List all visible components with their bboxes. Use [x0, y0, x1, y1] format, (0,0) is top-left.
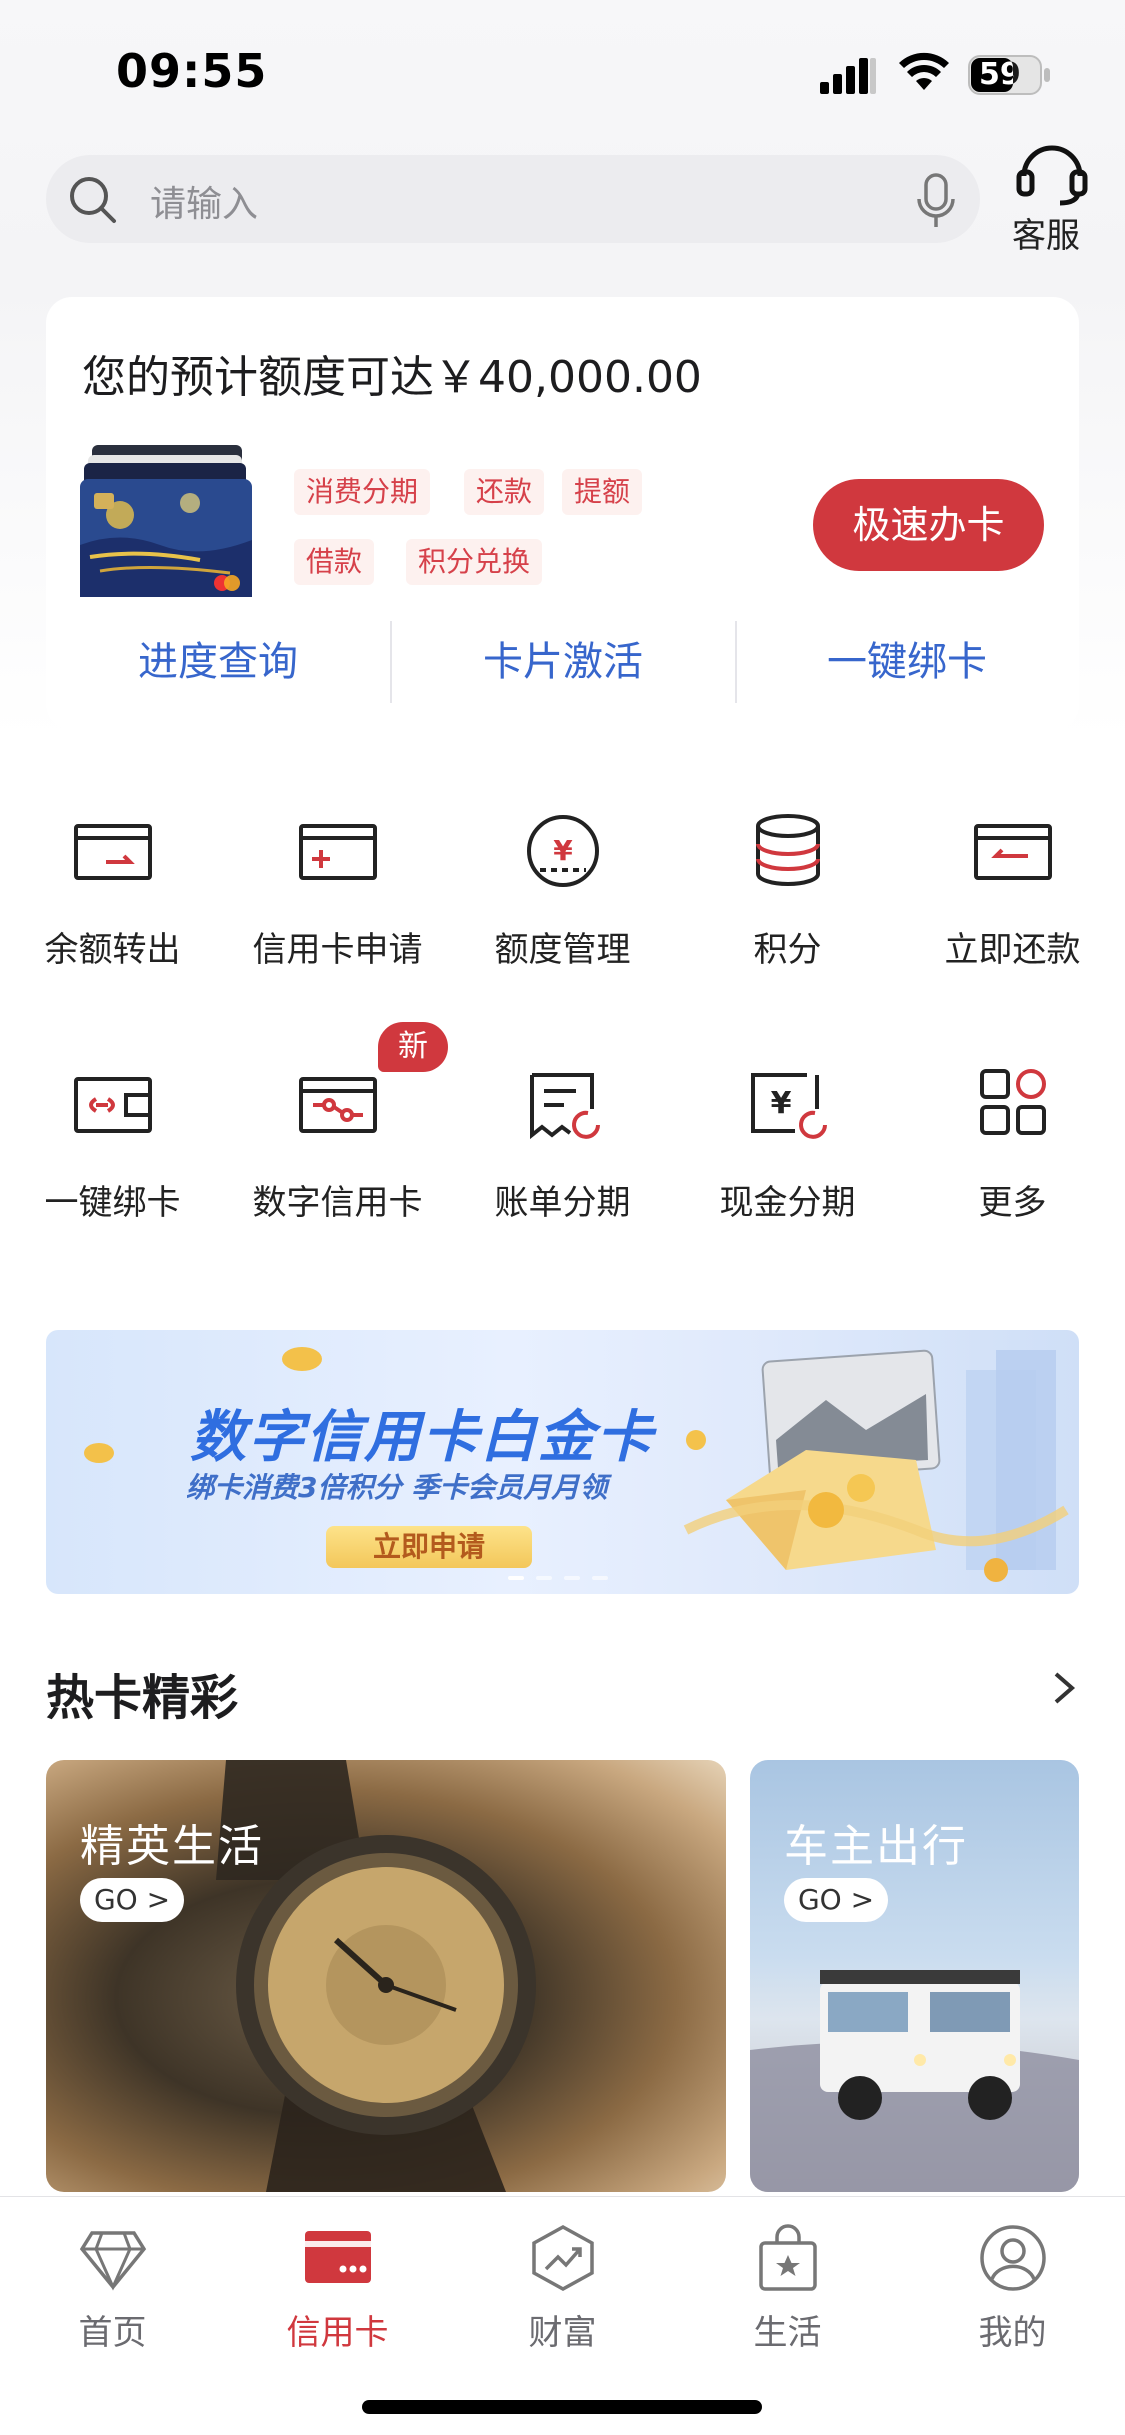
- profile-icon: [980, 2225, 1046, 2291]
- grid-label: 数字信用卡: [252, 1183, 423, 1223]
- home-indicator: [362, 2400, 762, 2414]
- cellular-signal-icon: [820, 58, 876, 94]
- card-activation-link[interactable]: 卡片激活: [391, 621, 735, 703]
- promo-title: 车主出行: [784, 1821, 968, 1872]
- battery-level: 59: [979, 57, 1021, 92]
- search-icon: [70, 177, 116, 223]
- card-stack-image: [80, 445, 252, 597]
- tag-raise-limit[interactable]: 提额: [562, 469, 643, 515]
- grid-item-digital-card[interactable]: 数字信用卡: [225, 1053, 450, 1223]
- grid-label: 更多: [978, 1183, 1047, 1223]
- card-apply-icon: [299, 824, 377, 880]
- credit-card-icon: [305, 2231, 371, 2283]
- grid-label: 额度管理: [494, 930, 631, 970]
- more-grid-icon: [980, 1069, 1046, 1135]
- limit-management-icon: ¥: [527, 815, 599, 887]
- promo-banner[interactable]: 数字信用卡白金卡 绑卡消费3倍积分 季卡会员月月领 立即申请: [46, 1330, 1079, 1594]
- customer-service-button[interactable]: 客服: [1012, 140, 1092, 256]
- tab-label: 首页: [78, 2313, 147, 2353]
- tab-label: 财富: [528, 2313, 597, 2353]
- grid-item-bill-installment[interactable]: 账单分期: [450, 1053, 675, 1223]
- carousel-dot: [536, 1576, 552, 1580]
- carousel-indicator: [508, 1576, 648, 1584]
- grid-item-more[interactable]: 更多: [900, 1053, 1125, 1223]
- grid-item-cash-installment[interactable]: ¥ 现金分期: [675, 1053, 900, 1223]
- wifi-icon: [899, 52, 949, 90]
- banner-title: 数字信用卡白金卡: [190, 1405, 654, 1470]
- credit-card-page: 09:55 59 请输入 客服 您的预计额度可达￥40,000.00 消费分期 …: [0, 0, 1125, 2435]
- hot-cards-title: 热卡精彩: [46, 1670, 239, 1726]
- estimated-limit-title: 您的预计额度可达￥40,000.00: [82, 352, 702, 403]
- repay-icon: [974, 824, 1052, 880]
- grid-label: 现金分期: [719, 1183, 856, 1223]
- wealth-chart-icon: [532, 2225, 594, 2291]
- grid-label: 积分: [753, 930, 822, 970]
- banner-illustration: [683, 1349, 1069, 1582]
- tab-label: 信用卡: [286, 2313, 389, 2353]
- svg-text:¥: ¥: [553, 834, 573, 867]
- grid-item-balance-transfer[interactable]: 余额转出: [0, 800, 225, 970]
- chevron-right-icon[interactable]: [1050, 1668, 1078, 1708]
- grid-item-points[interactable]: 积分: [675, 800, 900, 970]
- tab-wealth[interactable]: 财富: [450, 2215, 675, 2353]
- carousel-dot: [564, 1576, 580, 1580]
- grid-label: 账单分期: [494, 1183, 631, 1223]
- coin-decoration: [282, 1347, 322, 1371]
- quick-apply-button[interactable]: 极速办卡: [813, 479, 1044, 571]
- svg-text:¥: ¥: [771, 1086, 792, 1121]
- digital-card-icon: [299, 1077, 377, 1133]
- search-input[interactable]: 请输入: [150, 175, 258, 227]
- card-quick-links: 进度查询 卡片激活 一键绑卡: [46, 621, 1079, 703]
- grid-label: 立即还款: [944, 930, 1081, 970]
- tag-repayment[interactable]: 还款: [464, 469, 545, 515]
- promo-title: 精英生活: [80, 1821, 264, 1872]
- tag-installment[interactable]: 消费分期: [294, 469, 431, 515]
- tab-mine[interactable]: 我的: [900, 2215, 1125, 2353]
- status-bar: 09:55 59: [0, 0, 1125, 140]
- diamond-icon: [79, 2231, 147, 2291]
- tag-loan[interactable]: 借款: [294, 539, 375, 585]
- grid-label: 余额转出: [44, 930, 181, 970]
- progress-query-link[interactable]: 进度查询: [46, 621, 390, 703]
- tab-label: 我的: [978, 2313, 1047, 2353]
- carousel-dot: [592, 1576, 608, 1580]
- grid-label: 一键绑卡: [44, 1183, 181, 1223]
- bind-card-icon: [74, 1077, 152, 1133]
- credit-limit-card: 您的预计额度可达￥40,000.00 消费分期 还款 提额 借款 积分兑换 极速…: [46, 297, 1079, 730]
- bind-card-link[interactable]: 一键绑卡: [735, 621, 1079, 703]
- tab-life[interactable]: 生活: [675, 2215, 900, 2353]
- points-icon: [756, 814, 820, 886]
- promo-card-elite-life[interactable]: 精英生活 GO >: [46, 1760, 726, 2192]
- banner-apply-button[interactable]: 立即申请: [326, 1526, 532, 1568]
- carousel-dot: [508, 1576, 524, 1580]
- tab-label: 生活: [753, 2313, 822, 2353]
- tab-credit-card[interactable]: 信用卡: [225, 2215, 450, 2353]
- promo-go-button[interactable]: GO >: [784, 1878, 888, 1922]
- microphone-icon[interactable]: [916, 173, 956, 229]
- grid-item-card-apply[interactable]: 信用卡申请: [225, 800, 450, 970]
- grid-item-limit-management[interactable]: ¥ 额度管理: [450, 800, 675, 970]
- status-time: 09:55: [116, 44, 268, 98]
- grid-label: 信用卡申请: [252, 930, 423, 970]
- grid-item-repay[interactable]: 立即还款: [900, 800, 1125, 970]
- promo-card-car-owner[interactable]: 车主出行 GO >: [750, 1760, 1079, 2192]
- cash-installment-icon: ¥: [751, 1073, 827, 1139]
- grid-item-bind-card[interactable]: 一键绑卡: [0, 1053, 225, 1223]
- tag-points-redeem[interactable]: 积分兑换: [406, 539, 543, 585]
- customer-service-label: 客服: [1012, 216, 1080, 256]
- service-grid: 余额转出 信用卡申请 ¥ 额度管理 积分 立即还款 一键绑卡 数字信用卡 账单分…: [0, 800, 1125, 1240]
- coin-decoration: [84, 1443, 114, 1463]
- tab-home[interactable]: 首页: [0, 2215, 225, 2353]
- new-badge: 新: [378, 1022, 448, 1072]
- shopping-bag-icon: [759, 2224, 817, 2291]
- search-bar[interactable]: 请输入: [46, 155, 980, 243]
- banner-subtitle: 绑卡消费3倍积分 季卡会员月月领: [186, 1471, 608, 1504]
- promo-go-button[interactable]: GO >: [80, 1878, 184, 1922]
- headset-icon: [1016, 145, 1088, 206]
- bill-installment-icon: [530, 1073, 600, 1140]
- balance-transfer-icon: [74, 824, 152, 880]
